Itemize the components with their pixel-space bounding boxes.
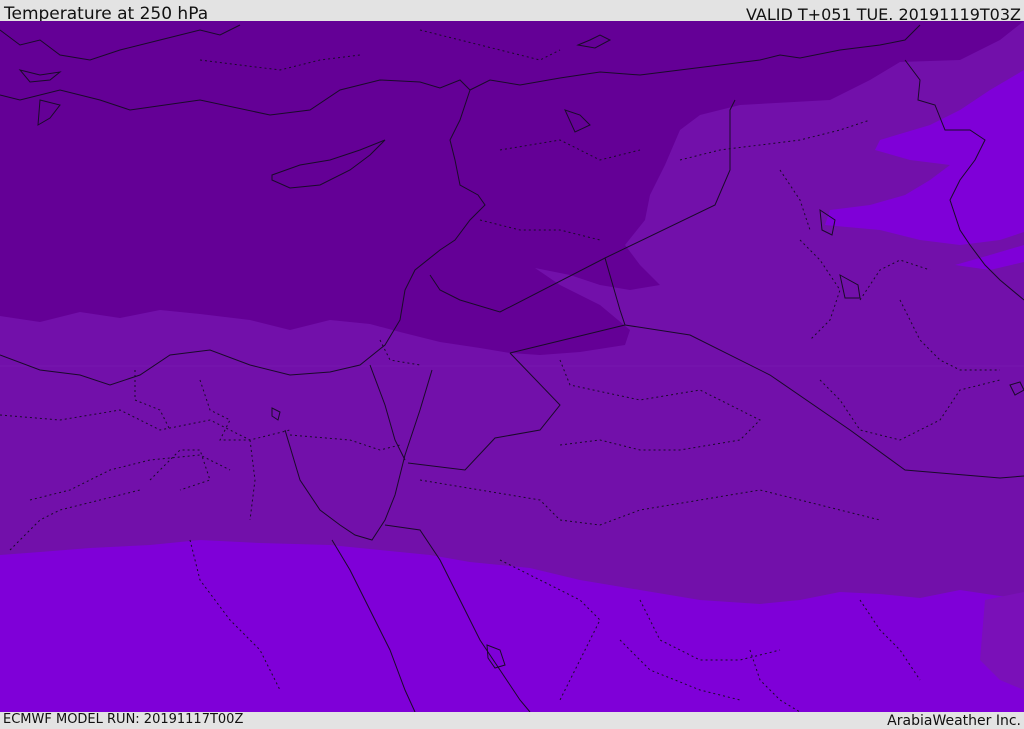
header-bar: Temperature at 250 hPa VALID T+051 TUE. … [0, 0, 1024, 24]
model-run-label: ECMWF MODEL RUN: 20191117T00Z [3, 712, 244, 727]
footer-bar: ECMWF MODEL RUN: 20191117T00Z ArabiaWeat… [0, 712, 1024, 729]
temperature-map[interactable] [0, 21, 1024, 712]
credit-label: ArabiaWeather Inc. [887, 713, 1021, 729]
